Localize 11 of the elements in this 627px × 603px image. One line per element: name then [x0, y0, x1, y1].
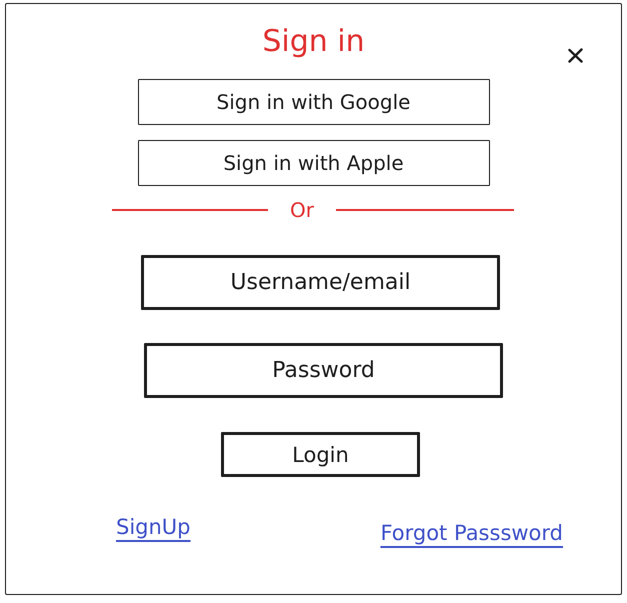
- forgot-password-link[interactable]: Forgot Passsword: [380, 519, 563, 547]
- sign-up-link[interactable]: SignUp: [116, 513, 191, 541]
- dialog-title: Sign in: [262, 23, 365, 61]
- password-field[interactable]: Password: [144, 343, 503, 398]
- login-button[interactable]: Login: [221, 432, 420, 477]
- close-button[interactable]: [568, 48, 583, 63]
- username-field[interactable]: Username/email: [141, 255, 500, 310]
- close-icon: [568, 48, 583, 63]
- divider-label: Or: [290, 199, 314, 221]
- social-sign-in-button[interactable]: Sign in with Google: [138, 79, 490, 125]
- social-sign-in-button[interactable]: Sign in with Apple: [138, 140, 490, 186]
